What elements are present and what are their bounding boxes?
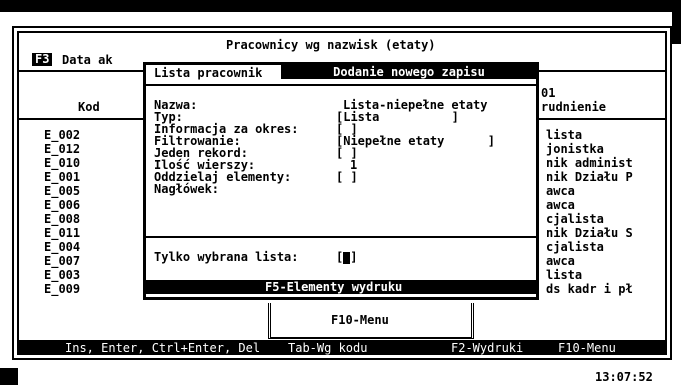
right-column-header-top: 01	[541, 86, 556, 100]
table-row-kod[interactable]: E_002	[44, 128, 80, 142]
tylko-wybrana-label: Tylko wybrana lista:	[154, 250, 299, 264]
dialog-tab-label: Lista pracownik	[154, 66, 263, 80]
table-row-value[interactable]: nik administ	[546, 156, 633, 170]
table-row-kod[interactable]: E_011	[44, 226, 80, 240]
field-filtrowanie-select[interactable]: [Niepełne etaty ]	[336, 134, 495, 148]
table-row-value[interactable]: jonistka	[546, 142, 604, 156]
header-divider-left	[19, 70, 144, 72]
top-bar	[0, 0, 681, 12]
table-row-value[interactable]: ds kadr i pł	[546, 282, 633, 296]
status-tab-hint[interactable]: Tab-Wg kodu	[288, 341, 367, 355]
elements-button-label: F5-Elementy wydruku	[265, 280, 403, 294]
table-row-kod[interactable]: E_001	[44, 170, 80, 184]
bottom-left-block	[0, 368, 18, 385]
screen-title: Pracownicy wg nazwisk (etaty)	[226, 38, 436, 52]
field-oddzielaj-checkbox[interactable]: [ ]	[336, 170, 358, 184]
table-row-value[interactable]: lista	[546, 268, 582, 282]
field-naglowek-label: Nagłówek:	[154, 182, 220, 196]
table-row-value[interactable]: nik Działu P	[546, 170, 633, 184]
f3-key[interactable]: F3	[32, 53, 53, 66]
clock: 13:07:52	[595, 370, 653, 384]
tylko-wybrana-checkbox[interactable]: []	[336, 250, 357, 264]
elements-button[interactable]: F5-Elementy wydruku	[146, 280, 536, 294]
table-row-kod[interactable]: E_012	[44, 142, 80, 156]
column-divider-left	[19, 118, 144, 120]
column-header-kod: Kod	[78, 100, 100, 114]
right-edge-bar	[672, 0, 681, 44]
dialog-title: Dodanie nowego zapisu	[281, 65, 537, 79]
table-row-kod[interactable]: E_008	[44, 212, 80, 226]
status-f2-wydruki[interactable]: F2-Wydruki	[451, 341, 523, 355]
dialog-title-divider	[146, 84, 536, 86]
f10-menu-label[interactable]: F10-Menu	[331, 313, 389, 327]
table-row-value[interactable]: awca	[546, 198, 575, 212]
status-f10-menu[interactable]: F10-Menu	[558, 341, 616, 355]
f3-label: Data ak	[62, 53, 113, 67]
dialog-section-divider	[146, 236, 536, 238]
table-row-kod[interactable]: E_003	[44, 268, 80, 282]
table-row-kod[interactable]: E_005	[44, 184, 80, 198]
table-row-kod[interactable]: E_007	[44, 254, 80, 268]
table-row-value[interactable]: cjalista	[546, 212, 604, 226]
table-row-kod[interactable]: E_004	[44, 240, 80, 254]
column-divider-right	[539, 118, 665, 120]
table-row-kod[interactable]: E_009	[44, 282, 80, 296]
table-row-value[interactable]: nik Działu S	[546, 226, 633, 240]
right-column-header: rudnienie	[541, 100, 607, 114]
table-row-value[interactable]: lista	[546, 128, 582, 142]
table-row-kod[interactable]: E_006	[44, 198, 80, 212]
header-divider-right	[539, 70, 665, 72]
table-row-value[interactable]: cjalista	[546, 240, 604, 254]
table-row-kod[interactable]: E_010	[44, 156, 80, 170]
table-row-value[interactable]: awca	[546, 184, 575, 198]
status-bar: Ins, Enter, Ctrl+Enter, Del Tab-Wg kodu …	[19, 340, 665, 355]
status-keys-hint: Ins, Enter, Ctrl+Enter, Del	[65, 341, 261, 355]
table-row-value[interactable]: awca	[546, 254, 575, 268]
